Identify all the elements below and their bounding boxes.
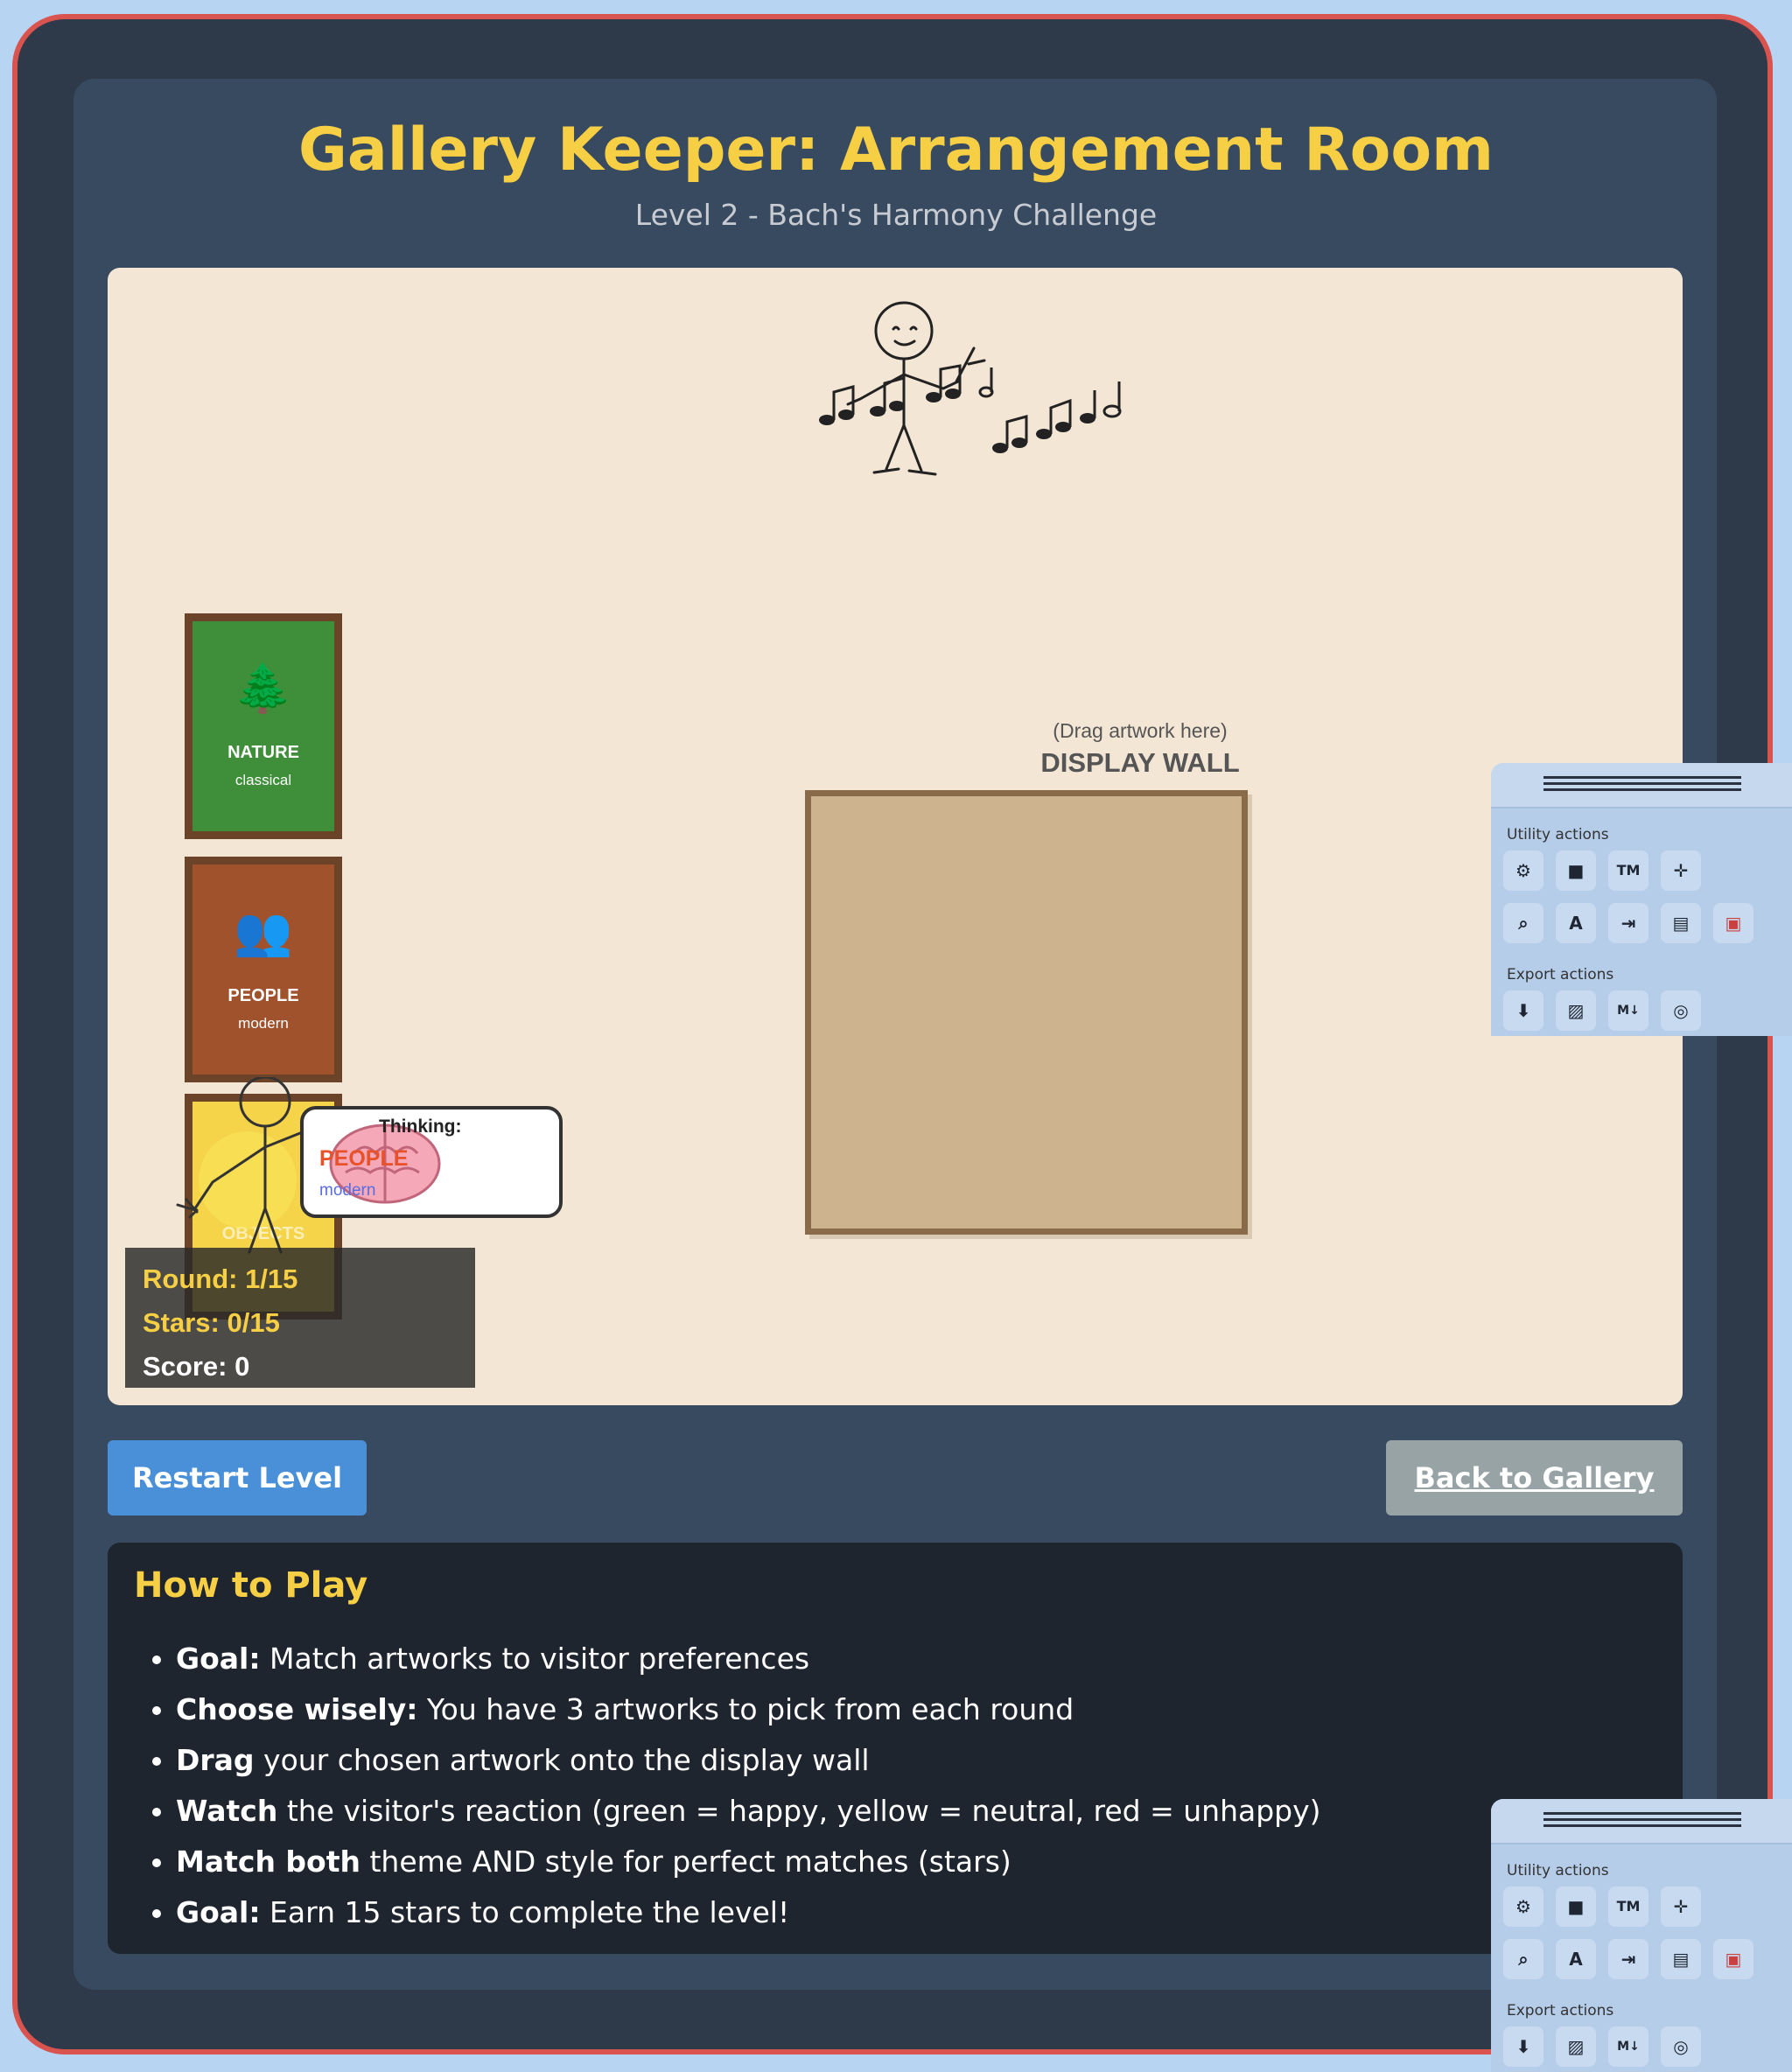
people-icon: 👥	[234, 906, 293, 958]
markdown-icon[interactable]: M↓	[1608, 990, 1648, 1031]
toolbar-drag-handle[interactable]	[1491, 1799, 1792, 1844]
list-item: Choose wisely: You have 3 artworks to pi…	[176, 1684, 1321, 1735]
robot-icon[interactable]: ■	[1556, 850, 1596, 891]
utility-actions-label: Utility actions	[1507, 1862, 1609, 1880]
visitor-thought-bubble: Thinking: PEOPLE modern	[300, 1106, 563, 1218]
preferred-theme: PEOPLE	[319, 1146, 409, 1171]
file-import-icon[interactable]: ⇥	[1608, 903, 1648, 943]
image-export-icon[interactable]: ▨	[1556, 990, 1596, 1031]
file-import-icon[interactable]: ⇥	[1608, 1939, 1648, 1979]
file-code-icon[interactable]: ▤	[1661, 1939, 1701, 1979]
item-bold: Goal:	[176, 1642, 261, 1676]
search-icon[interactable]: ⌕	[1503, 1939, 1544, 1979]
save-icon[interactable]: ▣	[1713, 1939, 1754, 1979]
toolbar-drag-handle[interactable]	[1491, 763, 1792, 808]
text-recognize-icon[interactable]: A	[1556, 1939, 1596, 1979]
list-item: Goal: Earn 15 stars to complete the leve…	[176, 1887, 1321, 1938]
search-icon[interactable]: ⌕	[1503, 903, 1544, 943]
tree-icon: 🌲	[234, 662, 293, 715]
download-icon[interactable]: ⬇	[1503, 990, 1544, 1031]
wall-label: DISPLAY WALL	[1040, 747, 1240, 778]
compress-icon[interactable]: ✛	[1661, 850, 1701, 891]
restart-level-button[interactable]: Restart Level	[108, 1440, 367, 1516]
robot-icon[interactable]: ■	[1556, 1886, 1596, 1927]
floating-toolbar[interactable]: Utility actions ⚙ ■ TM ✛ ⌕ A ⇥ ▤ ▣ Expor…	[1491, 1799, 1792, 2072]
back-to-gallery-button[interactable]: Back to Gallery	[1386, 1440, 1683, 1516]
artwork-card-nature[interactable]: 🌲 NATURE classical	[185, 613, 342, 839]
file-code-icon[interactable]: ▤	[1661, 903, 1701, 943]
artwork-card-people[interactable]: 👥 PEOPLE modern	[185, 857, 342, 1082]
screenshot-icon[interactable]: ◎	[1661, 2026, 1701, 2067]
artwork-theme: NATURE	[228, 743, 299, 762]
list-item: Watch the visitor's reaction (green = ha…	[176, 1786, 1321, 1837]
level-subtitle: Level 2 - Bach's Harmony Challenge	[634, 198, 1158, 232]
stats-panel: Round: 1/15 Stars: 0/15 Score: 0	[125, 1248, 475, 1388]
score-counter: Score: 0	[143, 1351, 250, 1382]
display-wall-dropzone[interactable]	[805, 790, 1248, 1235]
compress-icon[interactable]: ✛	[1661, 1886, 1701, 1927]
export-actions-label: Export actions	[1507, 966, 1614, 984]
item-text: You have 3 artworks to pick from each ro…	[417, 1692, 1074, 1726]
download-icon[interactable]: ⬇	[1503, 2026, 1544, 2067]
artwork-theme: PEOPLE	[228, 986, 299, 1005]
item-text: your chosen artwork onto the display wal…	[254, 1743, 870, 1777]
item-text: the visitor's reaction (green = happy, y…	[277, 1794, 1321, 1828]
artwork-style: modern	[238, 1015, 289, 1032]
how-to-play-heading: How to Play	[134, 1565, 368, 1606]
wall-hint: (Drag artwork here)	[1053, 719, 1228, 742]
screenshot-icon[interactable]: ◎	[1661, 990, 1701, 1031]
list-item: Goal: Match artworks to visitor preferen…	[176, 1634, 1321, 1684]
round-counter: Round: 1/15	[143, 1264, 298, 1294]
bach-conductor-figure	[819, 301, 1122, 476]
item-text: Match artworks to visitor preferences	[260, 1642, 810, 1676]
utility-actions-label: Utility actions	[1507, 826, 1609, 844]
save-icon[interactable]: ▣	[1713, 903, 1754, 943]
item-bold: Goal:	[176, 1895, 261, 1929]
item-text: theme AND style for perfect matches (sta…	[360, 1844, 1012, 1879]
trademark-icon[interactable]: TM	[1608, 1886, 1648, 1927]
gear-icon[interactable]: ⚙	[1503, 1886, 1544, 1927]
gear-icon[interactable]: ⚙	[1503, 850, 1544, 891]
list-item: Match both theme AND style for perfect m…	[176, 1837, 1321, 1887]
list-item: Drag your chosen artwork onto the displa…	[176, 1735, 1321, 1786]
export-actions-label: Export actions	[1507, 2002, 1614, 2020]
item-text: Earn 15 stars to complete the level!	[260, 1895, 790, 1929]
game-stage[interactable]: 🌲 NATURE classical 👥 PEOPLE modern OBJEC…	[108, 268, 1683, 1405]
page-title: Gallery Keeper: Arrangement Room	[298, 116, 1494, 185]
item-bold: Drag	[176, 1743, 255, 1777]
thought-title: Thinking:	[379, 1116, 462, 1137]
markdown-icon[interactable]: M↓	[1608, 2026, 1648, 2067]
stars-counter: Stars: 0/15	[143, 1307, 280, 1338]
artwork-style: classical	[234, 772, 292, 788]
image-export-icon[interactable]: ▨	[1556, 2026, 1596, 2067]
item-bold: Match both	[176, 1844, 360, 1879]
preferred-style: modern	[319, 1181, 376, 1200]
trademark-icon[interactable]: TM	[1608, 850, 1648, 891]
floating-toolbar[interactable]: Utility actions ⚙ ■ TM ✛ ⌕ A ⇥ ▤ ▣ Expor…	[1491, 763, 1792, 1036]
text-recognize-icon[interactable]: A	[1556, 903, 1596, 943]
instructions-list: Goal: Match artworks to visitor preferen…	[144, 1634, 1321, 1938]
item-bold: Watch	[176, 1794, 278, 1828]
item-bold: Choose wisely:	[176, 1692, 418, 1726]
how-to-play-panel: How to Play Goal: Match artworks to visi…	[108, 1543, 1683, 1954]
